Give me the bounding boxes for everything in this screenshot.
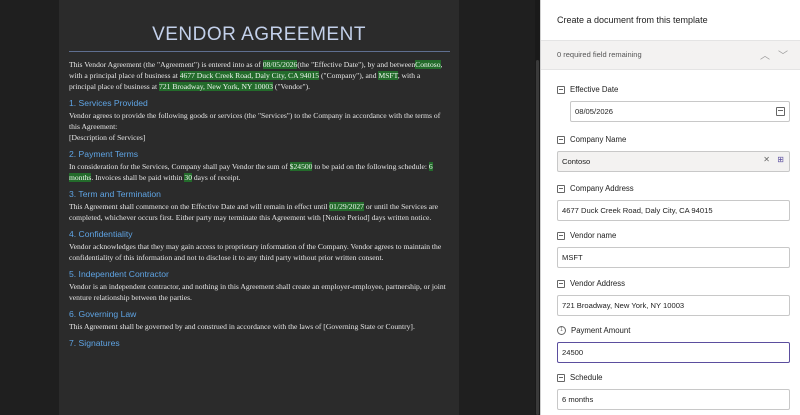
vendor-address-input-box[interactable] [557, 295, 790, 316]
term-text: This Agreement shall commence on the Eff… [69, 202, 438, 222]
payment-amount-label: Payment Amount [571, 326, 631, 335]
section-heading-signatures: 7. Signatures [69, 338, 120, 348]
text-field-icon [557, 231, 565, 240]
text-field-icon [557, 279, 565, 288]
required-fields-count: 0 required field remaining [557, 50, 642, 59]
schedule-label: Schedule [570, 373, 603, 382]
services-text: Vendor agrees to provide the following g… [69, 111, 441, 131]
panel-title: Create a document from this template [557, 15, 708, 25]
template-side-panel: Create a document from this template 0 r… [540, 0, 800, 415]
table-lookup-icon[interactable]: ⊞ [777, 155, 784, 164]
document-title: VENDOR AGREEMENT [152, 24, 366, 45]
schedule-input-box[interactable] [557, 389, 790, 410]
title-underline [69, 51, 450, 52]
text-field-icon [557, 373, 565, 382]
required-fields-bar: 0 required field remaining ︿ ﹀ [541, 40, 800, 70]
chevron-down-icon[interactable]: ﹀ [778, 47, 788, 62]
section-heading-governing-law: 6. Governing Law [69, 309, 137, 319]
end-date-token[interactable]: 01/29/2027 [329, 202, 364, 211]
schedule-field: Schedule [557, 372, 790, 410]
days-token[interactable]: 30 [184, 173, 192, 182]
vendor-name-field: Vendor name [557, 230, 790, 268]
effective-date-input-box[interactable] [570, 101, 790, 122]
company-address-input-box[interactable] [557, 200, 790, 221]
intro-paragraph: This Vendor Agreement (the "Agreement") … [69, 60, 443, 91]
effective-date-token[interactable]: 08/05/2026 [262, 60, 298, 69]
company-name-label: Company Name [570, 135, 627, 144]
section-heading-payment: 2. Payment Terms [69, 149, 139, 159]
confidentiality-text: Vendor acknowledges that they may gain a… [69, 242, 442, 262]
schedule-input[interactable] [562, 390, 742, 409]
vendor-address-field: Vendor Address [557, 278, 790, 316]
section-heading-contractor: 5. Independent Contractor [69, 269, 169, 279]
vendor-address-input[interactable] [562, 296, 787, 315]
effective-date-field: Effective Date [557, 84, 790, 122]
section-heading-term: 3. Term and Termination [69, 189, 161, 199]
vendor-name-label: Vendor name [570, 231, 617, 240]
text-field-icon [557, 184, 565, 193]
text-field-icon [557, 135, 565, 144]
vendor-address-token[interactable]: 721 Broadway, New York, NY 10003 [159, 82, 274, 91]
vendor-address-label: Vendor Address [570, 279, 626, 288]
chevron-up-icon[interactable]: ︿ [760, 47, 770, 62]
payment-text: In consideration for the Services, Compa… [69, 162, 433, 182]
governing-law-text: This Agreement shall be governed by and … [69, 322, 415, 331]
section-heading-confidentiality: 4. Confidentiality [69, 229, 133, 239]
calendar-icon [557, 85, 565, 94]
vendor-name-input-box[interactable] [557, 247, 790, 268]
company-token[interactable]: Contoso [415, 60, 441, 69]
effective-date-input[interactable] [575, 102, 755, 121]
number-info-icon: 1 [557, 326, 566, 335]
effective-date-label: Effective Date [570, 85, 619, 94]
document-canvas: VENDOR AGREEMENT This Vendor Agreement (… [0, 0, 540, 415]
section-heading-services: 1. Services Provided [69, 98, 148, 108]
clear-icon[interactable]: ✕ [763, 155, 770, 164]
company-name-field: Company Name ✕ ⊞ [557, 134, 790, 172]
payment-amount-input[interactable] [562, 343, 742, 362]
company-address-token[interactable]: 4677 Duck Creek Road, Daly City, CA 9401… [179, 71, 320, 80]
document-page: VENDOR AGREEMENT This Vendor Agreement (… [59, 0, 459, 415]
document-scrollbar-thumb[interactable] [536, 60, 539, 415]
vendor-name-input[interactable] [562, 248, 742, 267]
payment-amount-field: 1 Payment Amount [557, 325, 790, 363]
company-address-label: Company Address [570, 184, 634, 193]
payment-amount-input-box[interactable] [557, 342, 790, 363]
company-name-input[interactable] [562, 152, 742, 171]
contractor-text: Vendor is an independent contractor, and… [69, 282, 446, 302]
amount-token[interactable]: $24500 [289, 162, 313, 171]
company-address-input[interactable] [562, 201, 787, 220]
company-name-input-box[interactable]: ✕ ⊞ [557, 151, 790, 172]
calendar-picker-icon[interactable] [776, 107, 785, 116]
services-placeholder: [Description of Services] [69, 133, 146, 142]
company-address-field: Company Address [557, 183, 790, 221]
vendor-token[interactable]: MSFT [378, 71, 398, 80]
